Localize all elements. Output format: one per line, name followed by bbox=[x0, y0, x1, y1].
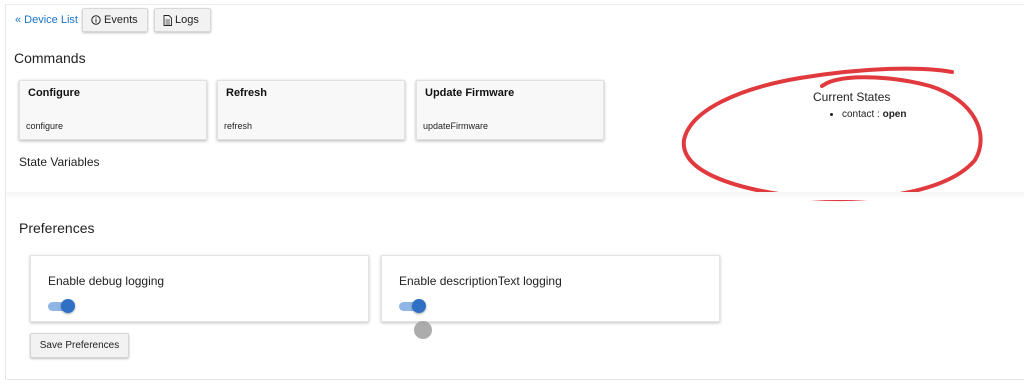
preference-card-description-text-logging: Enable descriptionText logging bbox=[381, 255, 720, 322]
toggle-thumb bbox=[412, 299, 426, 313]
info-icon bbox=[91, 15, 101, 25]
save-preferences-button[interactable]: Save Preferences bbox=[30, 333, 129, 358]
commands-title: Commands bbox=[14, 50, 86, 66]
command-card-update-firmware[interactable]: Update Firmware updateFirmware bbox=[416, 80, 604, 140]
command-method: configure bbox=[26, 121, 64, 131]
command-card-refresh[interactable]: Refresh refresh bbox=[217, 80, 405, 140]
state-variables-title: State Variables bbox=[19, 155, 100, 169]
command-name: Refresh bbox=[226, 87, 267, 99]
logs-button[interactable]: Logs bbox=[154, 8, 211, 32]
command-method: refresh bbox=[224, 121, 253, 131]
debug-logging-toggle[interactable] bbox=[48, 299, 76, 313]
state-value: open bbox=[882, 109, 907, 120]
state-item-contact: contact : open bbox=[842, 109, 906, 120]
preference-label: Enable descriptionText logging bbox=[399, 274, 562, 288]
events-button-label: Events bbox=[104, 14, 138, 26]
command-name: Configure bbox=[28, 87, 80, 99]
description-text-logging-toggle[interactable] bbox=[399, 299, 427, 313]
logs-button-label: Logs bbox=[175, 14, 199, 26]
command-method: updateFirmware bbox=[423, 121, 489, 131]
preferences-title: Preferences bbox=[19, 220, 95, 236]
bottom-divider bbox=[7, 379, 1024, 380]
command-card-configure[interactable]: Configure configure bbox=[19, 80, 207, 140]
preference-card-debug-logging: Enable debug logging bbox=[30, 255, 369, 322]
document-icon bbox=[163, 14, 172, 26]
state-key: contact bbox=[842, 109, 875, 120]
preference-label: Enable debug logging bbox=[48, 274, 165, 288]
toggle-thumb bbox=[61, 299, 75, 313]
device-list-link[interactable]: « Device List bbox=[15, 14, 78, 26]
events-button[interactable]: Events bbox=[82, 8, 148, 32]
current-states-list: contact : open bbox=[830, 109, 906, 120]
touch-cursor-indicator bbox=[414, 321, 432, 339]
command-name: Update Firmware bbox=[425, 87, 515, 99]
state-separator: : bbox=[874, 109, 883, 120]
section-divider bbox=[7, 192, 1024, 200]
current-states-title: Current States bbox=[813, 90, 891, 104]
